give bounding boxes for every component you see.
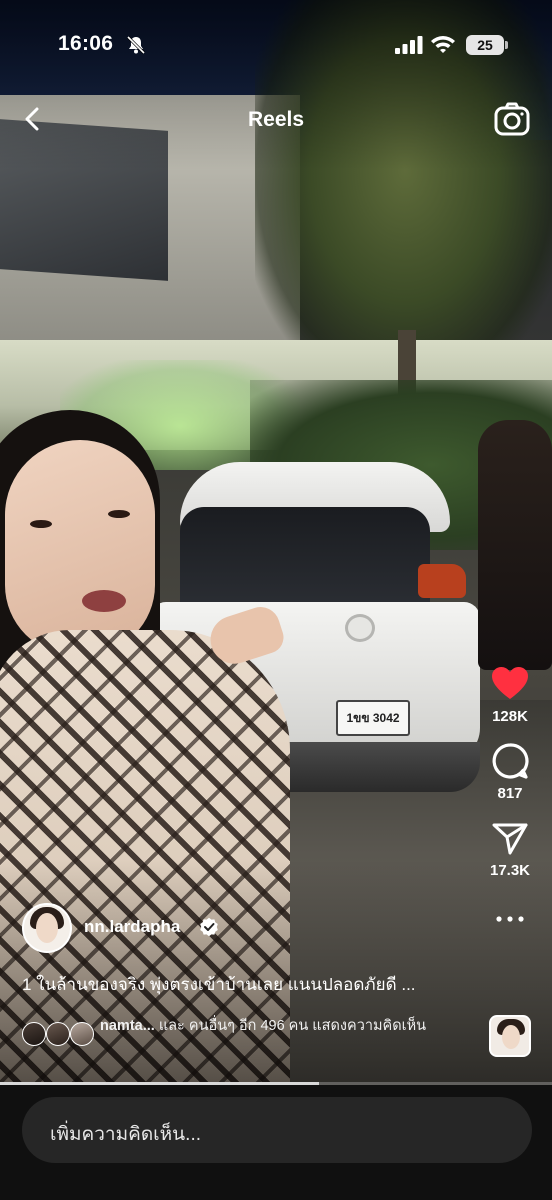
comments-summary-text: namta... และ คนอื่นๆ อีก 496 คน แสดงความ… [100,1016,460,1036]
verified-badge-icon [200,917,218,937]
cellular-signal-icon [395,36,423,54]
comment-count: 817 [497,785,523,802]
reels-header: Reels [0,96,552,144]
share-action[interactable]: 17.3K [474,818,546,879]
more-options-icon[interactable] [490,909,530,929]
bottom-comment-bar: เพิ่มความคิดเห็น... [0,1085,552,1200]
video-person-background [478,420,552,670]
video-woman-face [5,440,155,655]
commenter-avatar [46,1022,70,1046]
heart-filled-icon[interactable] [490,664,530,704]
video-woman-mouth [82,590,126,612]
audio-thumbnail[interactable] [489,1015,531,1057]
action-rail: 128K 817 17.3K [474,664,546,929]
author-username[interactable]: nn.lardapha [84,917,180,937]
like-count: 128K [492,708,528,725]
avatar-face [36,913,58,943]
comments-summary: และ คนอื่นๆ อีก 496 คน แสดงความคิดเห็น [154,1018,427,1034]
battery-indicator: 25 [466,35,508,55]
comment-bubble-icon[interactable] [490,741,530,781]
comment-action[interactable]: 817 [474,741,546,802]
car-tail-light-right [418,564,466,598]
camera-icon[interactable] [494,102,530,136]
commenter-avatar [22,1022,46,1046]
wifi-icon [431,36,455,53]
post-caption[interactable]: 1 ในล้านของจริง พุ่งตรงเข้าบ้านเลย แนนปล… [22,971,462,998]
comment-input-placeholder: เพิ่มความคิดเห็น... [50,1124,202,1145]
comment-input[interactable]: เพิ่มความคิดเห็น... [22,1097,532,1163]
license-plate: 1ขข 3042 [336,700,410,736]
like-action[interactable]: 128K [474,664,546,725]
audio-thumb-face [502,1025,520,1049]
commenter-avatar [70,1022,94,1046]
video-woman-eye-right [108,510,130,518]
car-logo [345,614,375,642]
commenter-username: namta... [100,1018,155,1034]
video-woman-eye-left [30,520,52,528]
author-row[interactable]: nn.lardapha [22,903,322,953]
author-avatar[interactable] [22,903,72,953]
page-title: Reels [247,108,305,131]
status-time: 16:06 [58,32,114,55]
comments-preview[interactable]: namta... และ คนอื่นๆ อีก 496 คน แสดงความ… [22,1014,462,1058]
send-paper-plane-icon[interactable] [490,818,530,858]
car-rear-window [180,507,430,617]
bell-muted-icon [126,35,146,55]
share-count: 17.3K [489,862,531,879]
status-bar: 16:06 25 [0,24,552,68]
